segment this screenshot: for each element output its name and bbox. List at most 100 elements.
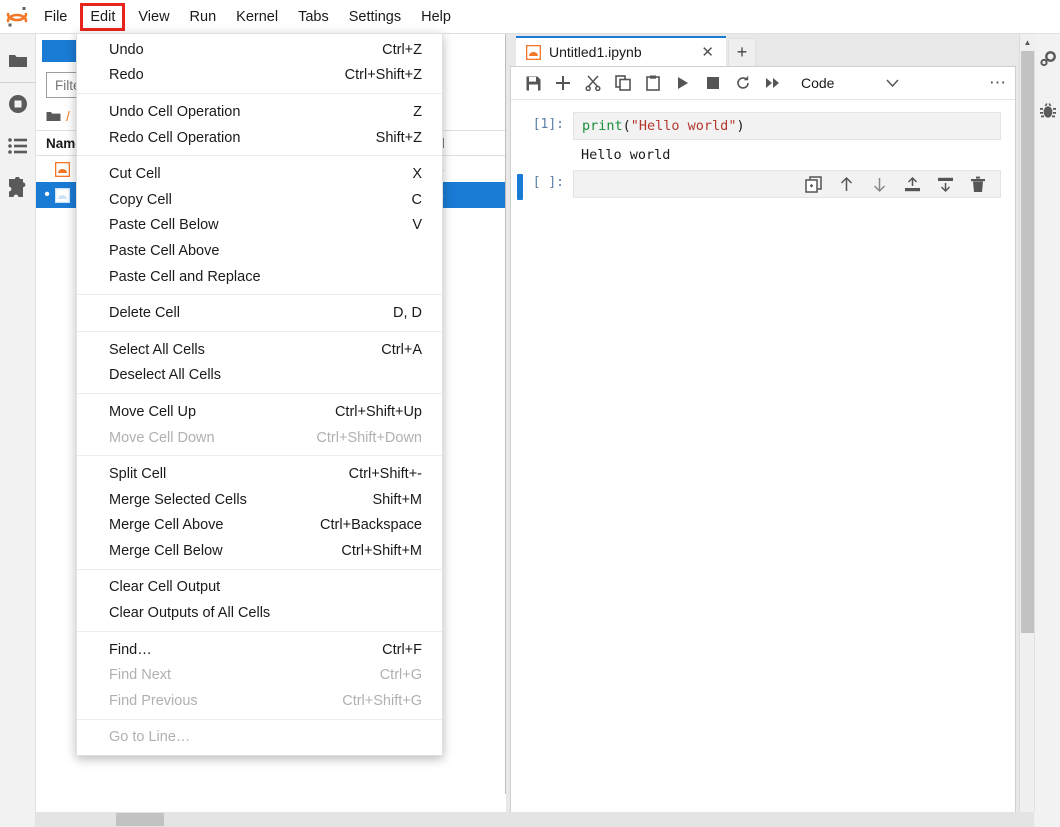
duplicate-cell-icon[interactable] (805, 175, 822, 193)
menu-item-merge-cell-below[interactable]: Merge Cell Below Ctrl+Shift+M (77, 538, 442, 564)
cell-type-dropdown[interactable]: Code (801, 75, 900, 91)
menu-item-move-cell-up[interactable]: Move Cell Up Ctrl+Shift+Up (77, 399, 442, 425)
menu-item-help[interactable]: Help (411, 3, 461, 31)
menu-item-label: Find Next (109, 667, 172, 684)
menu-item-shortcut: Ctrl+Shift+G (342, 692, 422, 709)
menu-item-label: Go to Line… (109, 729, 191, 746)
menu-item-clear-cell-output[interactable]: Clear Cell Output (77, 575, 442, 601)
menu-item-redo-cell-operation[interactable]: Redo Cell Operation Shift+Z (77, 125, 442, 151)
sidebar-item-extensions[interactable] (0, 167, 36, 209)
scroll-up-arrow-icon[interactable]: ▲ (1020, 34, 1035, 50)
sidebar-item-running[interactable] (0, 83, 36, 125)
delete-cell-icon[interactable] (970, 176, 986, 193)
jupyterlab-window: File Edit View Run Kernel Tabs Settings Help (0, 0, 1060, 827)
notebook-vertical-scrollbar[interactable]: ▲ ▼ (1019, 34, 1035, 827)
menu-item-label: Merge Cell Below (109, 542, 223, 559)
close-tab-icon[interactable]: ✕ (697, 43, 718, 61)
menu-item-cut-cell[interactable]: Cut Cell X (77, 161, 442, 187)
toolbar-overflow-button[interactable]: ⋯ (989, 73, 1007, 93)
menu-item-undo-cell-operation[interactable]: Undo Cell Operation Z (77, 99, 442, 125)
menu-item-settings[interactable]: Settings (339, 3, 411, 31)
sidebar-item-debugger[interactable] (1035, 96, 1060, 126)
menu-item-shortcut: Ctrl+Backspace (320, 517, 422, 534)
menu-item-paste-cell-below[interactable]: Paste Cell Below V (77, 213, 442, 239)
menu-item-shortcut: C (411, 191, 422, 208)
menu-item-paste-cell-above[interactable]: Paste Cell Above (77, 238, 442, 264)
cell-prompt: [1]: (532, 117, 564, 132)
sidebar-item-file-browser[interactable] (0, 40, 36, 82)
menu-item-label: Undo (109, 41, 144, 58)
vertical-scroll-thumb[interactable] (1021, 51, 1034, 633)
menu-item-shortcut: Ctrl+A (381, 341, 422, 358)
insert-cell-below-icon[interactable] (937, 176, 954, 193)
cut-cells-button[interactable] (579, 70, 607, 96)
move-cell-up-icon[interactable] (838, 176, 855, 193)
menu-item-find[interactable]: Find… Ctrl+F (77, 637, 442, 663)
menu-separator (77, 330, 442, 332)
cell-editor[interactable] (573, 170, 1001, 198)
menu-item-view[interactable]: View (128, 3, 179, 31)
folder-icon (8, 55, 27, 67)
move-cell-down-icon[interactable] (871, 176, 888, 193)
menu-item-label: Move Cell Down (109, 429, 215, 446)
interrupt-kernel-button[interactable] (699, 70, 727, 96)
menu-item-run[interactable]: Run (180, 3, 227, 31)
save-button[interactable] (519, 70, 547, 96)
menu-item-undo[interactable]: Undo Ctrl+Z (77, 37, 442, 63)
menu-item-clear-outputs-of-all-cells[interactable]: Clear Outputs of All Cells (77, 600, 442, 626)
menu-item-shortcut: Ctrl+Shift+- (348, 466, 422, 483)
notebook-panel: Untitled1.ipynb ✕ + Code ⋯ [1]: print (… (506, 34, 1034, 827)
menu-item-go-to-line: Go to Line… (77, 725, 442, 751)
sidebar-item-property-inspector[interactable] (1035, 44, 1060, 74)
menu-item-merge-cell-above[interactable]: Merge Cell Above Ctrl+Backspace (77, 513, 442, 539)
copy-cells-button[interactable] (609, 70, 637, 96)
tab-untitled1-ipynb[interactable]: Untitled1.ipynb ✕ (516, 36, 726, 66)
paste-cells-button[interactable] (639, 70, 667, 96)
menu-item-label: Paste Cell Above (109, 242, 220, 259)
sidebar-item-commands[interactable] (0, 125, 36, 167)
restart-kernel-button[interactable] (729, 70, 757, 96)
menu-item-paste-cell-and-replace[interactable]: Paste Cell and Replace (77, 264, 442, 290)
menu-item-delete-cell[interactable]: Delete Cell D, D (77, 300, 442, 326)
menu-separator (77, 630, 442, 632)
copy-icon (615, 75, 631, 91)
notebook-cell[interactable]: [ ]: (511, 170, 1015, 200)
menu-item-split-cell[interactable]: Split Cell Ctrl+Shift+- (77, 461, 442, 487)
menu-item-kernel[interactable]: Kernel (226, 3, 288, 31)
save-icon (526, 76, 540, 90)
right-sidebar-rail (1034, 34, 1060, 827)
running-indicator-icon: • (44, 186, 50, 203)
menu-item-label: Find… (109, 641, 152, 658)
menu-item-shortcut: D, D (393, 305, 422, 322)
horizontal-scrollbar[interactable] (36, 812, 1034, 827)
menu-item-label: Redo (109, 67, 144, 84)
code-token: ( (622, 118, 631, 134)
notebook-tab-bar: Untitled1.ipynb ✕ + (506, 34, 1034, 66)
output-prompt (511, 144, 573, 149)
run-cell-button[interactable] (669, 70, 697, 96)
menu-item-tabs[interactable]: Tabs (288, 3, 339, 31)
insert-cell-button[interactable] (549, 70, 577, 96)
restart-run-all-button[interactable] (759, 70, 787, 96)
insert-cell-above-icon[interactable] (904, 176, 921, 193)
menu-item-merge-selected-cells[interactable]: Merge Selected Cells Shift+M (77, 487, 442, 513)
menu-item-copy-cell[interactable]: Copy Cell C (77, 187, 442, 213)
menu-item-select-all-cells[interactable]: Select All Cells Ctrl+A (77, 337, 442, 363)
menu-item-move-cell-down: Move Cell Down Ctrl+Shift+Down (77, 425, 442, 451)
menu-item-deselect-all-cells[interactable]: Deselect All Cells (77, 363, 442, 389)
menu-separator (77, 393, 442, 395)
breadcrumb-root: / (66, 108, 70, 124)
menu-item-edit[interactable]: Edit (80, 2, 126, 31)
new-tab-button[interactable]: + (728, 38, 756, 66)
horizontal-scroll-thumb[interactable] (116, 813, 164, 826)
menu-separator (77, 155, 442, 157)
scissors-icon (585, 75, 601, 91)
menu-item-shortcut: Shift+Z (375, 129, 422, 146)
menu-item-label: Paste Cell and Replace (109, 268, 261, 285)
menu-item-redo[interactable]: Redo Ctrl+Shift+Z (77, 63, 442, 89)
cell-output-text: Hello world (581, 147, 671, 163)
cell-editor[interactable]: print("Hello world") (573, 112, 1001, 140)
notebook-cell[interactable]: [1]: print("Hello world") (511, 112, 1015, 140)
jupyter-logo-icon (0, 0, 34, 34)
menu-item-file[interactable]: File (34, 3, 77, 31)
